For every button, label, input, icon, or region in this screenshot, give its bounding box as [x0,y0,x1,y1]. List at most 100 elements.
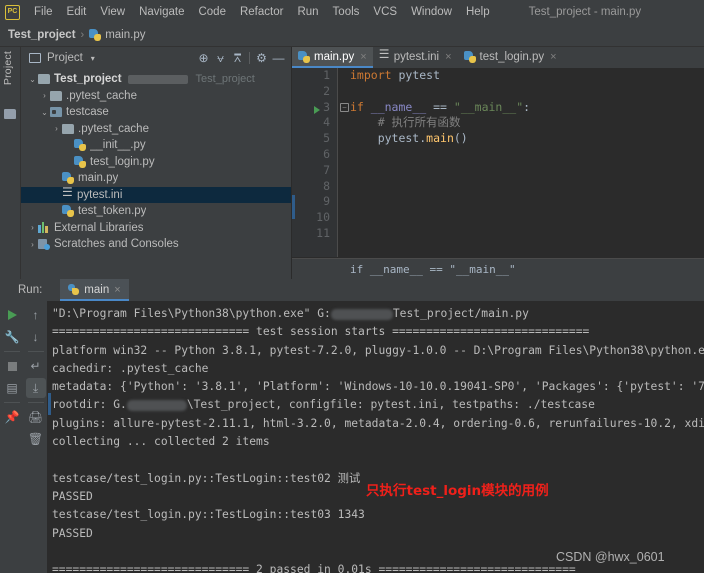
code-line[interactable]: if __name__ == "__main__": [350,100,704,116]
chevron-icon[interactable]: ⌄ [27,75,38,84]
editor-tab-label: main.py [314,50,355,63]
console-output[interactable]: "D:\Program Files\Python38\python.exe" G… [48,301,704,573]
chevron-icon[interactable]: › [27,223,38,232]
tree-item-external-libraries[interactable]: › External Libraries [21,220,291,237]
stop-button[interactable] [2,356,22,376]
code-line[interactable] [350,226,704,242]
editor-tab-test-login-py[interactable]: test_login.py × [458,47,563,68]
tree-item--pytest-cache[interactable]: › .pytest_cache [21,121,291,138]
hide-panel-icon[interactable]: — [270,50,287,67]
tree-item-label: Scratches and Consoles [54,238,179,251]
print-button[interactable]: 🖨 [26,407,46,427]
console-line: rootdir: G. \Test_project, configfile: py… [52,396,704,414]
toolbar-separator [249,52,250,64]
breadcrumb-separator: › [80,29,85,41]
stop-icon [7,361,17,371]
breadcrumb-project[interactable]: Test_project [8,29,76,41]
rerun-button[interactable] [2,305,22,325]
editor-tab-pytest-ini[interactable]: pytest.ini × [373,47,458,68]
chevron-icon[interactable]: › [27,240,38,249]
code-area[interactable]: 1 2 3 4 5 6 7 8 9 10 11 import pytest if __name__ … [292,68,704,257]
tree-item-label: pytest.ini [77,188,123,201]
tree-item-test-project[interactable]: ⌄ Test_project Test_project [21,71,291,88]
project-tree[interactable]: ⌄ Test_project Test_project › .pytest_cache ⌄… [21,69,291,253]
chevron-down-icon[interactable]: ▾ [91,54,95,63]
console-text: ============================= test sessi… [52,325,590,339]
soft-wrap-button[interactable]: ↵ [26,356,46,376]
console-line: testcase/test_login.py::TestLogin::test0… [52,506,704,524]
tree-item-scratches-and-consoles[interactable]: › Scratches and Consoles [21,236,291,253]
settings-gear-icon[interactable]: ⚙ [253,50,270,67]
code-line[interactable]: pytest.main() [350,131,704,147]
close-icon[interactable]: × [550,51,556,63]
code-line[interactable]: # 执行所有函数 [350,115,704,131]
python-file-icon [89,29,102,41]
edit-configurations-button[interactable]: 🔧 [2,327,22,347]
code-line[interactable] [350,194,704,210]
chevron-icon[interactable]: › [51,124,62,133]
menu-item-tools[interactable]: Tools [326,4,367,20]
console-text: metadata: {'Python': '3.8.1', 'Platform'… [52,380,704,394]
breadcrumb-file[interactable]: main.py [89,29,145,41]
code-token: pytest. [350,131,427,146]
down-arrow-button[interactable]: ↓ [26,327,46,347]
menu-item-view[interactable]: View [93,4,132,20]
tree-item--pytest-cache[interactable]: › .pytest_cache [21,88,291,105]
tree-item--init-py[interactable]: __init__.py [21,137,291,154]
tree-item-icon [62,172,74,185]
tree-item-test-token-py[interactable]: test_token.py [21,203,291,220]
menu-item-refactor[interactable]: Refactor [233,4,290,20]
menu-bar: PC File Edit View Navigate Code Refactor Run To… [0,0,704,24]
menu-item-window[interactable]: Window [404,4,459,20]
menu-item-run[interactable]: Run [290,4,325,20]
menu-item-edit[interactable]: Edit [60,4,94,20]
close-icon[interactable]: × [445,51,451,63]
tree-item-main-py[interactable]: main.py [21,170,291,187]
tree-item-path-hint: Test_project [195,73,255,86]
code-line[interactable] [350,179,704,195]
tree-item-label: __init__.py [90,139,146,152]
close-icon[interactable]: × [360,51,366,63]
run-gutter-icon[interactable] [314,105,320,114]
menu-item-help[interactable]: Help [459,4,497,20]
collapse-all-icon[interactable]: ⩞ [229,50,246,67]
console-text: cachedir: .pytest_cache [52,361,209,375]
code-token: main [426,131,454,146]
expand-all-icon[interactable]: ⩝ [212,50,229,67]
menu-item-code[interactable]: Code [191,4,233,20]
line-number: 8 [323,178,330,193]
folder-icon[interactable] [4,109,16,119]
code-line[interactable]: import pytest [350,68,704,84]
run-tab-main[interactable]: main × [60,279,129,301]
up-arrow-button[interactable]: ↑ [26,305,46,325]
code-line[interactable] [350,163,704,179]
clear-all-button[interactable]: 🗑 [26,429,46,449]
code-fold-icon[interactable]: − [340,102,349,112]
chevron-icon[interactable]: ⌄ [39,108,50,117]
code-line[interactable] [350,84,704,100]
code-line[interactable] [350,147,704,163]
layout-button[interactable]: ▤ [2,378,22,398]
console-text: "D:\Program Files\Python38\python.exe" G… [52,307,331,320]
menu-item-file[interactable]: File [27,4,60,20]
tree-item-testcase[interactable]: ⌄ testcase [21,104,291,121]
tree-item-label: main.py [78,172,119,185]
tree-item-test-login-py[interactable]: test_login.py [21,154,291,171]
editor-breadcrumb-bar: if __name__ == "__main__" [292,258,704,279]
code-token: __name__ [363,99,434,114]
breadcrumb-file-label: main.py [105,29,146,41]
menu-item-vcs[interactable]: VCS [366,4,404,20]
project-panel-title: Project [47,52,83,64]
line-number-gutter: 1 2 3 4 5 6 7 8 9 10 11 [292,68,338,257]
chevron-icon[interactable]: › [39,91,50,100]
tree-item-pytest-ini[interactable]: pytest.ini [21,185,291,203]
scroll-to-end-button[interactable]: ⤓ [25,378,46,398]
locate-icon[interactable]: ⊕ [195,50,212,67]
editor-tab-main-py[interactable]: main.py × [292,47,373,68]
pin-tab-button[interactable]: 📌 [2,407,22,427]
tool-window-button-project[interactable]: Project [2,51,14,85]
menu-item-navigate[interactable]: Navigate [132,4,191,20]
code-lines[interactable]: import pytest if __name__ == "__main__":… [350,68,704,257]
close-icon[interactable]: × [114,284,120,296]
code-line[interactable] [350,210,704,226]
